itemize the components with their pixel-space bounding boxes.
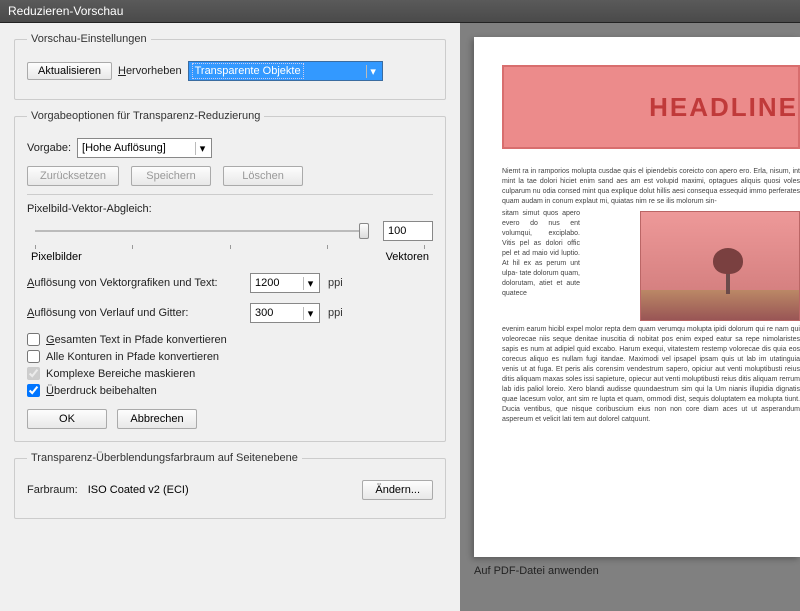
mask-complex-checkbox: Komplexe Bereiche maskieren: [27, 367, 433, 380]
chevron-down-icon: ▾: [303, 277, 317, 290]
slider-value-input[interactable]: [383, 221, 433, 241]
blend-space-group: Transparenz-Überblendungsfarbraum auf Se…: [14, 452, 446, 519]
convert-strokes-checkbox[interactable]: Alle Konturen in Pfade konvertieren: [27, 350, 433, 363]
ppi-unit: ppi: [328, 307, 343, 319]
refresh-button[interactable]: Aktualisieren: [27, 62, 112, 80]
body-text: evenim earum hicibl expel molor repta de…: [502, 325, 800, 425]
preview-pane: HEADLINE Niemt ra in ramporios molupta c…: [460, 23, 800, 611]
headline-text: HEADLINE: [649, 92, 798, 123]
gradient-res-value: 300: [255, 307, 273, 319]
slider-label: Pixelbild-Vektor-Abgleich:: [27, 203, 152, 215]
vector-res-label: Auflösung von Vektorgrafiken und Text:: [27, 277, 242, 289]
reset-button: Zurücksetzen: [27, 166, 119, 186]
gradient-res-select[interactable]: 300 ▾: [250, 303, 320, 323]
chevron-down-icon: ▾: [366, 65, 380, 78]
preset-options-group: Vorgabeoptionen für Transparenz-Reduzier…: [14, 110, 446, 442]
tree-icon: [713, 248, 743, 294]
checkbox-icon[interactable]: [27, 350, 40, 363]
image-object: [640, 211, 800, 321]
slider-thumb[interactable]: [359, 223, 369, 239]
save-button: Speichern: [131, 166, 211, 186]
preview-settings-group: Vorschau-Einstellungen Aktualisieren Her…: [14, 33, 446, 100]
blend-space-legend: Transparenz-Überblendungsfarbraum auf Se…: [27, 452, 302, 464]
convert-text-checkbox[interactable]: Gesamten Text in Pfade konvertieren: [27, 333, 433, 346]
colorspace-label: Farbraum:: [27, 484, 78, 496]
checkbox-icon[interactable]: [27, 384, 40, 397]
cancel-button[interactable]: Abbrechen: [117, 409, 197, 429]
apply-caption: Auf PDF-Datei anwenden: [474, 565, 800, 577]
preset-select[interactable]: [Hohe Auflösung] ▾: [77, 138, 212, 158]
vector-res-select[interactable]: 1200 ▾: [250, 273, 320, 293]
vector-res-value: 1200: [255, 277, 279, 289]
dialog-body: Vorschau-Einstellungen Aktualisieren Her…: [0, 23, 800, 611]
preserve-overprint-checkbox[interactable]: Überdruck beibehalten: [27, 384, 433, 397]
preview-settings-legend: Vorschau-Einstellungen: [27, 33, 151, 45]
checkbox-icon[interactable]: [27, 333, 40, 346]
body-text: Niemt ra in ramporios molupta cusdae qui…: [502, 167, 800, 207]
slider-right-label: Vektoren: [386, 251, 429, 263]
colorspace-value: ISO Coated v2 (ECI): [88, 484, 189, 496]
slider-left-label: Pixelbilder: [31, 251, 82, 263]
body-text: sitam simut quos apero evero do nus ent …: [502, 209, 580, 299]
headline-object: HEADLINE: [502, 65, 800, 149]
delete-button: Löschen: [223, 166, 303, 186]
divider: [27, 194, 433, 195]
highlight-select[interactable]: Transparente Objekte ▾: [188, 61, 383, 81]
chevron-down-icon: ▾: [303, 307, 317, 320]
chevron-down-icon: ▾: [195, 142, 209, 155]
window-titlebar: Reduzieren-Vorschau: [0, 0, 800, 23]
highlight-select-value: Transparente Objekte: [193, 64, 303, 78]
checkbox-icon: [27, 367, 40, 380]
gradient-res-label: Auflösung von Verlauf und Gitter:: [27, 307, 242, 319]
raster-vector-slider[interactable]: [35, 222, 369, 240]
preset-options-legend: Vorgabeoptionen für Transparenz-Reduzier…: [27, 110, 264, 122]
page-preview: HEADLINE Niemt ra in ramporios molupta c…: [474, 37, 800, 557]
ok-button[interactable]: OK: [27, 409, 107, 429]
preset-select-value: [Hohe Auflösung]: [82, 142, 166, 154]
highlight-label: Hervorheben: [118, 65, 182, 77]
change-button[interactable]: Ändern...: [362, 480, 433, 500]
ppi-unit: ppi: [328, 277, 343, 289]
preset-label: Vorgabe:: [27, 142, 71, 154]
